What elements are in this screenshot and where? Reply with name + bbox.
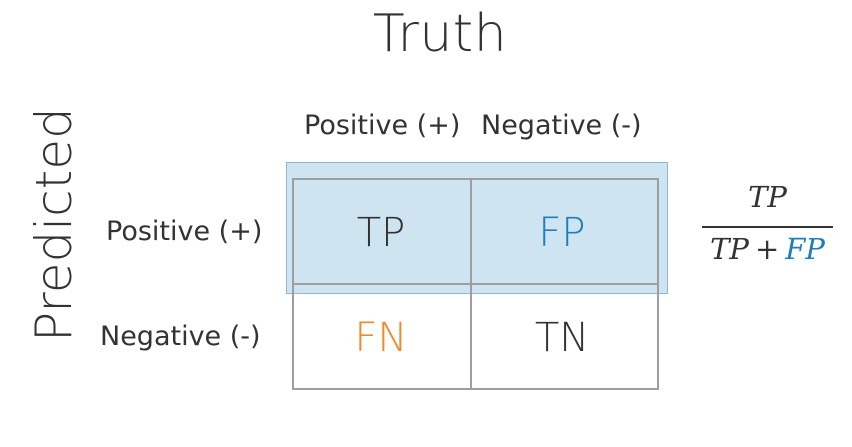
column-header-negative: Negative (-) [481, 110, 642, 141]
formula-plus-operator: + [754, 232, 780, 266]
formula-fraction-bar [702, 226, 833, 228]
formula-denominator: TP + FP [702, 232, 833, 266]
formula-denominator-right: FP [785, 232, 825, 266]
row-header-positive: Positive (+) [106, 216, 263, 247]
cell-false-positive: FP [538, 209, 586, 256]
formula-numerator: TP [748, 180, 787, 214]
diagram-title: Truth [372, 4, 508, 64]
row-header-negative: Negative (-) [100, 321, 261, 352]
predicted-axis-label: Predicted [25, 107, 83, 342]
column-header-positive: Positive (+) [304, 110, 461, 141]
cell-true-negative: TN [534, 314, 590, 361]
formula-denominator-left: TP [710, 232, 749, 266]
cell-true-positive: TP [356, 209, 406, 256]
cell-false-negative: FN [354, 314, 408, 361]
